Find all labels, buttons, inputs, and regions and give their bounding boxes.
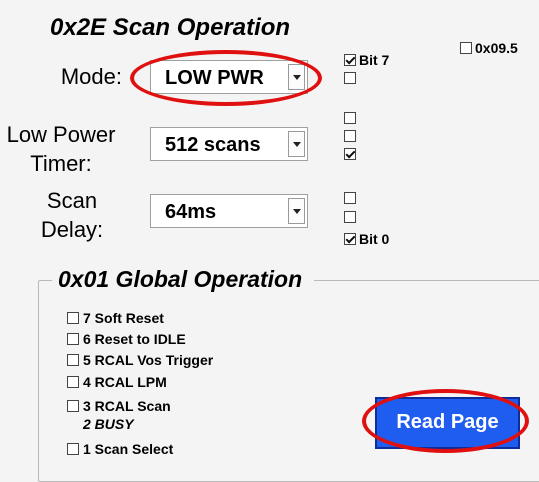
mode-dropdown[interactable]: LOW PWR — [150, 60, 308, 94]
global-op-checkbox[interactable] — [67, 376, 79, 388]
busy-note: 2 BUSY — [83, 416, 134, 432]
low-power-timer-dropdown[interactable]: 512 scans — [150, 127, 308, 161]
low-power-timer-label-line2: Timer: — [30, 151, 92, 176]
global-op-label: 5 RCAL Vos Trigger — [83, 352, 214, 368]
bit-checkbox[interactable] — [344, 148, 356, 160]
bit-0-label: Bit 0 — [359, 231, 390, 247]
bit-checkbox[interactable] — [344, 192, 356, 204]
bit-7-label: Bit 7 — [359, 52, 390, 68]
chevron-down-icon — [293, 142, 301, 147]
bit-checkbox[interactable] — [344, 211, 356, 223]
scan-delay-value: 64ms — [165, 201, 217, 223]
global-op-checkbox[interactable] — [67, 354, 79, 366]
mode-dropdown-value: LOW PWR — [165, 67, 264, 89]
global-op-label: 6 Reset to IDLE — [83, 331, 186, 347]
scan-delay-label: Scan Delay: — [30, 186, 114, 244]
scan-operation-title: 0x2E Scan Operation — [50, 14, 291, 41]
global-op-label: 1 Scan Select — [83, 441, 174, 457]
bit-checkbox[interactable] — [344, 130, 356, 142]
mode-dropdown-arrow[interactable] — [288, 64, 305, 90]
global-op-checkbox[interactable] — [67, 333, 79, 345]
scan-delay-label-line2: Delay: — [40, 217, 104, 242]
extra-checkbox[interactable] — [460, 42, 472, 54]
global-op-label: 4 RCAL LPM — [83, 374, 167, 390]
bit-checkbox[interactable] — [344, 72, 356, 84]
extra-checkbox-label: 0x09.5 — [475, 40, 518, 56]
low-power-timer-arrow[interactable] — [288, 131, 305, 157]
low-power-timer-value: 512 scans — [165, 134, 261, 156]
global-op-label: 3 RCAL Scan — [83, 398, 171, 414]
global-op-label: 7 Soft Reset — [83, 310, 164, 326]
global-operation-title: 0x01 Global Operation — [58, 266, 303, 292]
scan-delay-label-line1: Scan — [46, 188, 98, 213]
chevron-down-icon — [293, 75, 301, 80]
mode-label: Mode: — [60, 64, 122, 89]
bit-checkbox[interactable] — [344, 233, 356, 245]
bit-checkbox[interactable] — [344, 54, 356, 66]
global-op-checkbox[interactable] — [67, 400, 79, 412]
read-page-button[interactable]: Read Page — [375, 397, 520, 449]
low-power-timer-label: Low Power Timer: — [0, 120, 122, 178]
scan-delay-dropdown[interactable]: 64ms — [150, 194, 308, 228]
global-op-checkbox[interactable] — [67, 312, 79, 324]
bit-checkbox[interactable] — [344, 112, 356, 124]
global-op-checkbox[interactable] — [67, 443, 79, 455]
low-power-timer-label-line1: Low Power — [6, 122, 116, 147]
scan-delay-arrow[interactable] — [288, 198, 305, 224]
chevron-down-icon — [293, 209, 301, 214]
